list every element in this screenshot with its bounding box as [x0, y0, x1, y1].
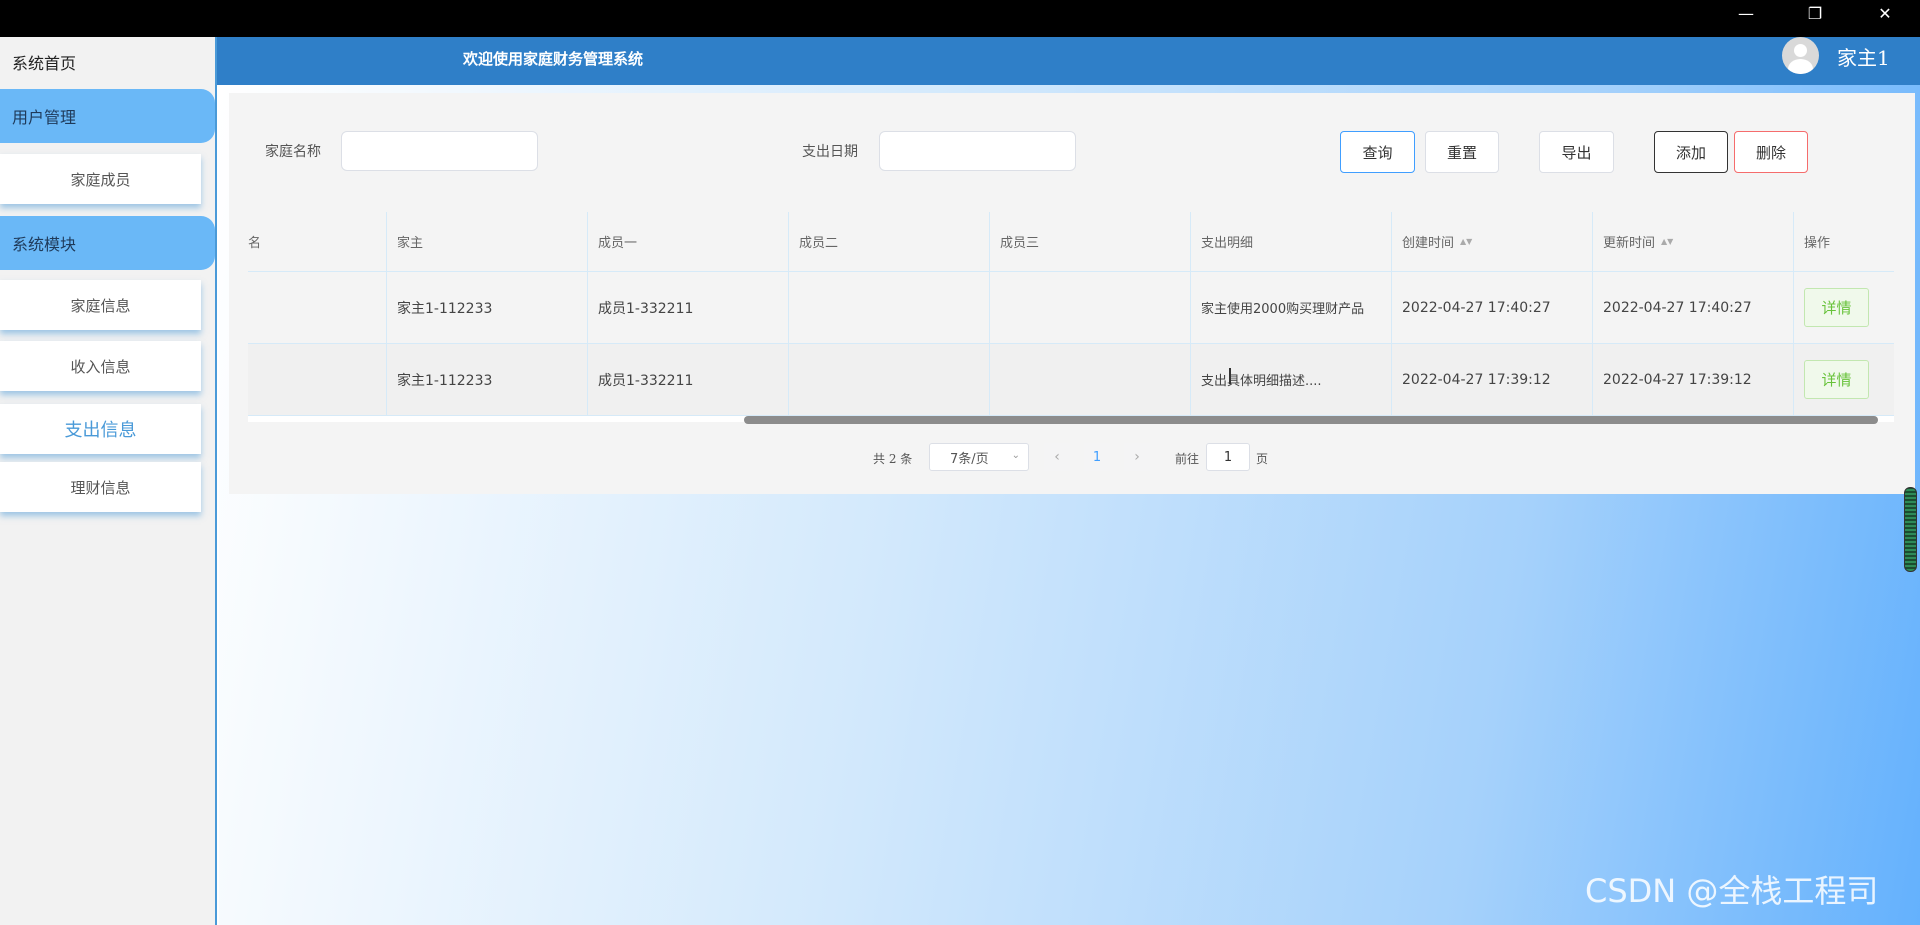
table-cell-updated: 2022-04-27 17:40:27 — [1593, 272, 1794, 343]
table-cell-member3 — [990, 272, 1191, 343]
family-name-label: 家庭名称 — [265, 144, 321, 160]
sort-icon[interactable]: ▲▼ — [1661, 238, 1673, 246]
sort-icon[interactable]: ▲▼ — [1460, 238, 1472, 246]
user-head-icon — [1794, 44, 1807, 57]
expense-date-label: 支出日期 — [802, 144, 858, 160]
detail-button[interactable]: 详情 — [1804, 288, 1869, 327]
avatar[interactable] — [1782, 37, 1819, 74]
table-cell-created: 2022-04-27 17:40:27 — [1392, 272, 1593, 343]
column-header-created[interactable]: 创建时间 ▲▼ — [1392, 212, 1593, 271]
family-name-input[interactable] — [341, 131, 538, 171]
column-header-expense-detail: 支出明细 — [1191, 212, 1392, 271]
table-cell-expense-detail: 家主使用2000购买理财产品 — [1191, 272, 1392, 343]
goto-page-input[interactable]: 1 — [1206, 443, 1250, 471]
sidebar-item-finance-info[interactable]: 理财信息 — [0, 462, 201, 512]
table-cell-updated: 2022-04-27 17:39:12 — [1593, 344, 1794, 415]
expense-date-input[interactable] — [879, 131, 1076, 171]
vertical-scrollbar[interactable] — [1904, 487, 1917, 572]
table-cell-head: 家主1-112233 — [387, 272, 588, 343]
close-icon[interactable]: ✕ — [1862, 0, 1908, 27]
page-size-value: 7条/页 — [950, 451, 989, 467]
column-header-updated-label: 更新时间 — [1603, 236, 1656, 251]
user-body-icon — [1788, 59, 1813, 74]
table-cell-actions: 详情 — [1794, 272, 1894, 343]
sidebar-item-family-info[interactable]: 家庭信息 — [0, 280, 201, 330]
column-header-member1: 成员一 — [588, 212, 789, 271]
username[interactable]: 家主1 — [1837, 42, 1890, 71]
next-page-button[interactable]: › — [1124, 443, 1150, 471]
page-number-current[interactable]: 1 — [1084, 443, 1110, 471]
sidebar-item-income-info[interactable]: 收入信息 — [0, 341, 201, 391]
prev-page-button[interactable]: ‹ — [1044, 443, 1070, 471]
table-cell — [248, 344, 387, 415]
column-header-updated[interactable]: 更新时间 ▲▼ — [1593, 212, 1794, 271]
restore-icon[interactable]: ❐ — [1792, 0, 1838, 27]
detail-button[interactable]: 详情 — [1804, 360, 1869, 399]
table-cell-head: 家主1-112233 — [387, 344, 588, 415]
goto-label: 前往 — [1175, 451, 1200, 466]
sidebar: 系统首页 用户管理 家庭成员 系统模块 家庭信息 收入信息 支出信息 理财信息 — [0, 37, 217, 925]
table-cell-created: 2022-04-27 17:39:12 — [1392, 344, 1593, 415]
table-cell-member2 — [789, 344, 990, 415]
welcome-title: 欢迎使用家庭财务管理系统 — [463, 50, 644, 68]
column-header-actions: 操作 — [1804, 236, 1831, 251]
table-cell-member1: 成员1-332211 — [588, 272, 789, 343]
reset-button[interactable]: 重置 — [1425, 131, 1499, 173]
pagination-total: 共 2 条 — [873, 451, 913, 466]
table-cell-actions: 详情 — [1794, 344, 1894, 415]
top-header: 欢迎使用家庭财务管理系统 家主1 — [217, 37, 1920, 85]
column-header-member2: 成员二 — [789, 212, 990, 271]
sidebar-group-system-modules[interactable]: 系统模块 — [0, 216, 215, 270]
expense-table: 名 家主 成员一 成员二 成员三 支出明细 创建时间 ▲▼ 更新时间 ▲▼ 操作… — [248, 212, 1894, 422]
page-suffix: 页 — [1256, 451, 1269, 466]
table-cell — [248, 272, 387, 343]
table-horizontal-scrollbar[interactable] — [744, 416, 1878, 424]
window-titlebar: — ❐ ✕ — [0, 0, 1920, 37]
sidebar-home-link[interactable]: 系统首页 — [12, 50, 76, 74]
chevron-down-icon: ⌄ — [1011, 450, 1020, 461]
table-cell-member1: 成员1-332211 — [588, 344, 789, 415]
column-header-head: 家主 — [387, 212, 588, 271]
table-cell-member3 — [990, 344, 1191, 415]
text-cursor-icon — [1229, 368, 1231, 384]
page-size-select[interactable]: 7条/页 ⌄ — [929, 443, 1029, 471]
column-header-created-label: 创建时间 — [1402, 236, 1455, 251]
watermark: CSDN @全栈工程司 — [1585, 872, 1879, 910]
add-button[interactable]: 添加 — [1654, 131, 1728, 173]
table-row: 家主1-112233 成员1-332211 家主使用2000购买理财产品 202… — [248, 272, 1894, 344]
table-header-row: 名 家主 成员一 成员二 成员三 支出明细 创建时间 ▲▼ 更新时间 ▲▼ 操作 — [248, 212, 1894, 272]
delete-button[interactable]: 删除 — [1734, 131, 1808, 173]
sidebar-group-user-management[interactable]: 用户管理 — [0, 89, 215, 143]
table-cell-member2 — [789, 272, 990, 343]
export-button[interactable]: 导出 — [1539, 131, 1614, 173]
table-row: 家主1-112233 成员1-332211 支出具体明细描述.... 2022-… — [248, 344, 1894, 416]
column-header-member3: 成员三 — [990, 212, 1191, 271]
column-header-partial: 名 — [248, 212, 387, 271]
sidebar-item-expense-info[interactable]: 支出信息 — [0, 404, 201, 454]
minimize-icon[interactable]: — — [1723, 0, 1769, 27]
query-button[interactable]: 查询 — [1340, 131, 1415, 173]
table-cell-expense-detail: 支出具体明细描述.... — [1191, 344, 1392, 415]
sidebar-item-family-members[interactable]: 家庭成员 — [0, 154, 201, 204]
